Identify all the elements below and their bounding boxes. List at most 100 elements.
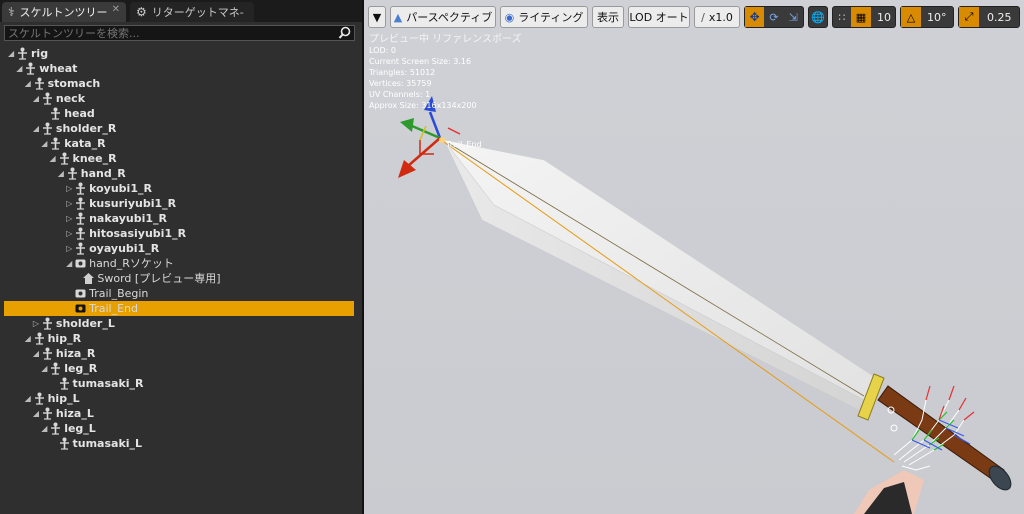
bone-icon (74, 227, 87, 240)
bone-icon (58, 437, 71, 450)
lit-sphere-icon: ◉ (504, 10, 515, 24)
search-input[interactable] (8, 26, 328, 40)
tree-row[interactable]: ▷ nakayubi1_R (4, 211, 354, 226)
viewport-toolbar: ▼ ▲ パースペクティブ ◉ ライティング 表示 LOD オート ∕ x1.0 … (364, 6, 1024, 28)
preview-viewport[interactable]: Trail_End ▼ ▲ パースペクティブ ◉ ライティング 表示 LOD オ… (364, 0, 1024, 514)
expand-arrow-icon[interactable]: ▷ (33, 316, 41, 331)
tree-row[interactable]: Trail_End (4, 301, 354, 316)
tree-row[interactable]: tumasaki_R (4, 376, 354, 391)
expand-arrow-icon[interactable]: ▷ (66, 211, 74, 226)
lighting-button[interactable]: ◉ ライティング (500, 6, 588, 28)
world-local-toggle[interactable]: 🌐 (808, 6, 828, 28)
tree-row[interactable]: ◢ leg_R (4, 361, 354, 376)
collapse-arrow-icon[interactable]: ◢ (58, 166, 66, 181)
rotation-snap-value[interactable]: 10° (927, 11, 947, 24)
tree-row[interactable]: ◢ hand_R (4, 166, 354, 181)
tree-row-label: sholder_L (55, 317, 115, 330)
tree-row[interactable]: Trail_Begin (4, 286, 354, 301)
tree-row-label: hip_R (47, 332, 82, 345)
tree-row[interactable]: ◢ hand_Rソケット (4, 256, 354, 271)
collapse-arrow-icon[interactable]: ◢ (8, 46, 16, 61)
tree-row-label: nakayubi1_R (89, 212, 168, 225)
expand-arrow-icon[interactable]: ▷ (66, 241, 74, 256)
collapse-arrow-icon[interactable]: ◢ (16, 61, 24, 76)
rotate-icon[interactable]: ⟳ (764, 11, 783, 24)
viewport-options-button[interactable]: ▼ (368, 6, 386, 28)
scale-snap-icon[interactable]: ⤢ (959, 7, 979, 27)
search-box[interactable] (4, 25, 355, 41)
surface-snap-icon[interactable]: ∷ (833, 11, 851, 24)
tree-row[interactable]: ▷ oyayubi1_R (4, 241, 354, 256)
tree-row[interactable]: ◢ kata_R (4, 136, 354, 151)
preview-mode-text: プレビュー中 リファレンスポーズ (369, 34, 522, 45)
bone-icon (16, 47, 29, 60)
grid-snap-icon[interactable]: ▦ (851, 7, 871, 27)
translate-icon[interactable]: ✥ (745, 7, 765, 27)
tree-row[interactable]: ◢ knee_R (4, 151, 354, 166)
socket-icon (74, 257, 87, 270)
tree-row[interactable]: Sword [プレビュー専用] (4, 271, 354, 286)
collapse-arrow-icon[interactable]: ◢ (33, 91, 41, 106)
tree-row[interactable]: ◢ sholder_R (4, 121, 354, 136)
tree-row[interactable]: ◢ hip_L (4, 391, 354, 406)
bone-icon (49, 107, 62, 120)
tree-row[interactable]: ▷ hitosasiyubi1_R (4, 226, 354, 241)
tab-skeleton-tree[interactable]: ⚕ スケルトンツリー ✕ (2, 2, 126, 22)
grid-snap-group: ∷ ▦ 10 (832, 6, 896, 28)
collapse-arrow-icon[interactable]: ◢ (41, 136, 49, 151)
collapse-arrow-icon[interactable]: ◢ (33, 121, 41, 136)
rotation-snap-icon[interactable]: △ (901, 7, 921, 27)
tree-row[interactable]: ◢ hip_R (4, 331, 354, 346)
tree-row[interactable]: ▷ kusuriyubi1_R (4, 196, 354, 211)
expand-arrow-icon[interactable]: ▷ (66, 181, 74, 196)
collapse-arrow-icon[interactable]: ◢ (33, 346, 41, 361)
tree-row[interactable]: ▷ sholder_L (4, 316, 354, 331)
tree-row[interactable]: ◢ hiza_L (4, 406, 354, 421)
bone-icon (74, 182, 87, 195)
tree-row-label: stomach (47, 77, 101, 90)
perspective-label: パースペクティブ (406, 11, 493, 24)
scale-icon[interactable]: ⇲ (784, 11, 803, 24)
tree-row[interactable]: tumasaki_L (4, 436, 354, 451)
bone-icon (41, 92, 54, 105)
lod-button[interactable]: LOD オート (628, 6, 690, 28)
playback-speed-button[interactable]: ∕ x1.0 (694, 6, 740, 28)
collapse-arrow-icon[interactable]: ◢ (66, 256, 74, 271)
tree-row[interactable]: head (4, 106, 354, 121)
tree-row[interactable]: ◢ stomach (4, 76, 354, 91)
close-icon[interactable]: ✕ (112, 4, 120, 15)
socket-trail-line (443, 141, 895, 463)
grid-snap-value[interactable]: 10 (877, 11, 891, 24)
collapse-arrow-icon[interactable]: ◢ (25, 391, 33, 406)
expand-arrow-icon[interactable]: ▷ (66, 226, 74, 241)
collapse-arrow-icon[interactable]: ◢ (25, 331, 33, 346)
socket-icon (74, 302, 87, 315)
scale-snap-value[interactable]: 0.25 (987, 11, 1012, 24)
collapse-arrow-icon[interactable]: ◢ (33, 406, 41, 421)
tree-row[interactable]: ▷ koyubi1_R (4, 181, 354, 196)
collapse-arrow-icon[interactable]: ◢ (41, 421, 49, 436)
show-button[interactable]: 表示 (592, 6, 624, 28)
search-icon[interactable] (338, 26, 352, 40)
tree-row[interactable]: ◢ hiza_R (4, 346, 354, 361)
retarget-icon: ⚙ (136, 5, 147, 19)
tree-row[interactable]: ◢ wheat (4, 61, 354, 76)
collapse-arrow-icon[interactable]: ◢ (50, 151, 58, 166)
tree-row-label: tumasaki_L (72, 437, 143, 450)
tab-retarget-manager[interactable]: ⚙ リターゲットマネ- (130, 2, 254, 22)
info-line-approx-size: Approx Size: 316x134x200 (369, 101, 477, 110)
tree-row[interactable]: ◢ leg_L (4, 421, 354, 436)
socket-label: Trail_End (445, 140, 482, 149)
tree-row[interactable]: ◢ rig (4, 46, 354, 61)
tree-row-label: hand_R (80, 167, 126, 180)
bone-icon (74, 212, 87, 225)
tree-row[interactable]: ◢ neck (4, 91, 354, 106)
expand-arrow-icon[interactable]: ▷ (66, 196, 74, 211)
bone-icon (33, 332, 46, 345)
tree-row-label: rig (31, 47, 49, 60)
collapse-arrow-icon[interactable]: ◢ (41, 361, 49, 376)
perspective-button[interactable]: ▲ パースペクティブ (390, 6, 496, 28)
collapse-arrow-icon[interactable]: ◢ (25, 76, 33, 91)
tree-row-label: leg_L (64, 422, 96, 435)
sword-mesh (443, 139, 1012, 491)
